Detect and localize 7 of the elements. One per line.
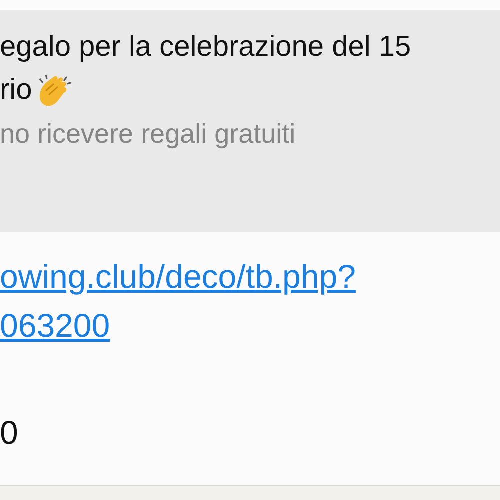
preview-title: egalo per la celebrazione del 15 [0, 30, 412, 65]
message-link[interactable]: owing.club/deco/tb.php? [0, 252, 356, 301]
message-text: 0 [0, 414, 18, 452]
preview-description: no ricevere regali gratuiti [0, 118, 297, 151]
message-link[interactable]: 063200 [0, 301, 110, 350]
preview-title: rio [0, 73, 32, 108]
link-preview-card[interactable]: egalo per la celebrazione del 15 rio no ricevere regali gratuiti [0, 10, 500, 232]
